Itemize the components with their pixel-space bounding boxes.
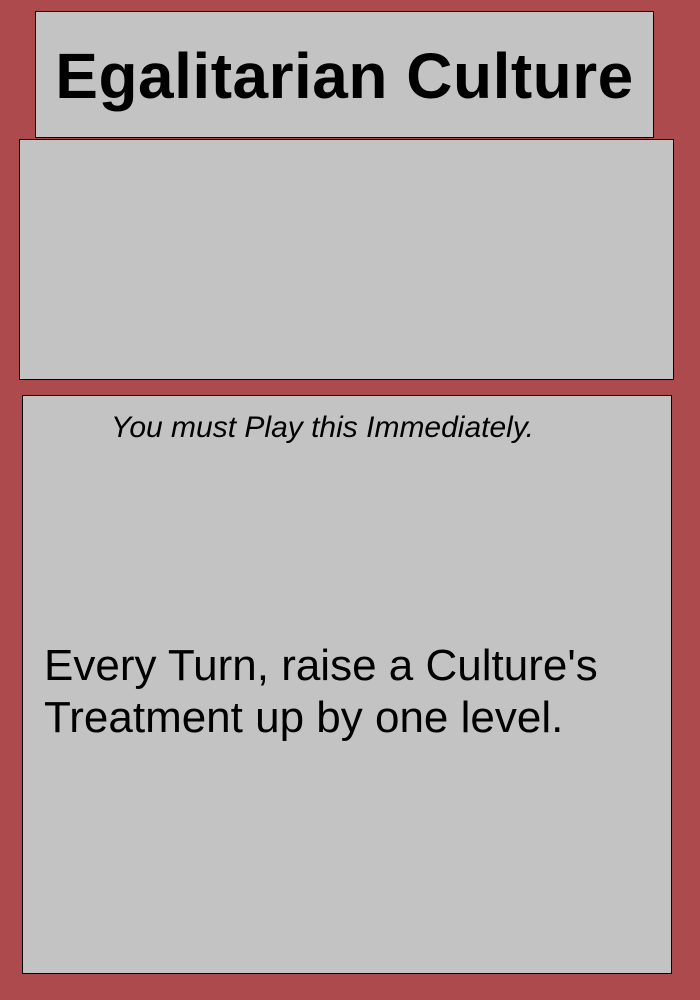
card-art-area xyxy=(19,139,674,380)
card-title: Egalitarian Culture xyxy=(55,39,634,112)
card-page: { "card": { "title": "Egalitarian Cultur… xyxy=(0,0,700,1000)
card-effect-text: Every Turn, raise a Culture's Treatment … xyxy=(44,641,598,742)
card-text-box: You must Play this Immediately. Every Tu… xyxy=(22,395,672,974)
card-title-box: Egalitarian Culture xyxy=(35,11,654,138)
play-instruction: You must Play this Immediately. xyxy=(111,411,534,444)
